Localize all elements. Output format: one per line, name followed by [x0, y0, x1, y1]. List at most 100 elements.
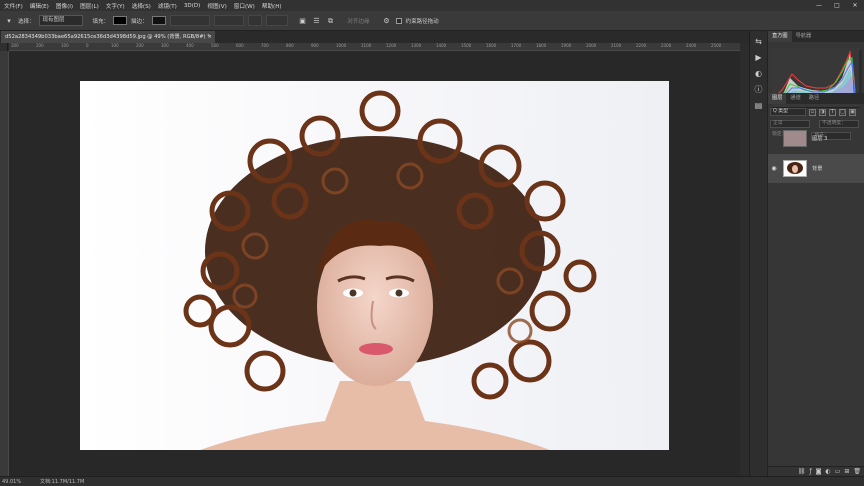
document-canvas[interactable] — [80, 81, 669, 450]
fx-icon[interactable]: ƒ — [809, 468, 811, 475]
menu-filter[interactable]: 滤镜(T) — [154, 2, 180, 10]
document-tab-bar: d52a2834349b033bae65a92615ce36d3d4398d59… — [0, 31, 750, 43]
tab-layers[interactable]: 图层 — [768, 93, 787, 104]
close-window-button[interactable]: ✕ — [846, 0, 864, 11]
fill-swatch[interactable] — [113, 16, 128, 25]
ruler-tick: 300 — [161, 43, 169, 48]
vertical-scrollbar[interactable] — [740, 43, 749, 476]
ruler-tick: 100 — [61, 43, 69, 48]
document-tab[interactable]: d52a2834349b033bae65a92615ce36d3d4398d59… — [1, 31, 215, 43]
menu-file[interactable]: 文件(F) — [0, 2, 26, 10]
ruler-tick: 800 — [286, 43, 294, 48]
menu-3d[interactable]: 3D(D) — [180, 3, 204, 9]
ruler-tick: 300 — [11, 43, 19, 48]
stroke-width-field[interactable] — [169, 15, 210, 26]
ruler-tick: 1100 — [361, 43, 372, 48]
layer-filter-row: Q 类型 ▫ ◑ T ▢ ▣ — [768, 106, 864, 118]
tab-navigator[interactable]: 导航器 — [792, 31, 816, 42]
ruler-tick: 2000 — [586, 43, 597, 48]
ruler-tick: 500 — [211, 43, 219, 48]
menu-type[interactable]: 文字(Y) — [102, 2, 128, 10]
history-icon[interactable]: ⇆ — [754, 37, 764, 47]
select-label: 选择： — [18, 18, 35, 25]
select-dropdown[interactable]: 现有图层 — [38, 15, 83, 26]
layer-name: 背景 — [812, 166, 823, 172]
filter-smart-icon[interactable]: ▣ — [849, 108, 856, 116]
filter-pixel-icon[interactable]: ▫ — [809, 108, 816, 116]
ruler-tick: 2300 — [661, 43, 672, 48]
ruler-tick: 1500 — [461, 43, 472, 48]
ruler-tick: 1800 — [536, 43, 547, 48]
menu-edit[interactable]: 编辑(E) — [26, 2, 52, 10]
path-arrange-icon[interactable]: ⧉ — [326, 16, 336, 26]
color-icon[interactable]: ◐ — [754, 69, 764, 79]
document-title: d52a2834349b033bae65a92615ce36d3d4398d59… — [5, 34, 210, 40]
mask-icon[interactable]: ◙ — [816, 468, 822, 475]
zoom-level[interactable]: 49.01% — [0, 479, 24, 485]
layer-row[interactable]: 图层 3 — [768, 124, 864, 153]
vertical-ruler — [0, 51, 9, 476]
filter-type-icon[interactable]: T — [829, 108, 836, 116]
layer-thumbnail — [783, 130, 807, 147]
ruler-tick: 1400 — [436, 43, 447, 48]
ruler-tick: 2400 — [686, 43, 697, 48]
ruler-tick: 700 — [261, 43, 269, 48]
new-layer-icon[interactable]: ⊞ — [844, 468, 849, 475]
width-field[interactable] — [247, 15, 262, 26]
horizontal-ruler: 300 200 100 0 100 200 300 400 500 600 700 800 900 100… — [9, 43, 740, 51]
layer-row-selected[interactable]: ◉ 背景 — [768, 154, 864, 183]
trash-icon[interactable]: 🗑 — [853, 468, 861, 475]
minimize-button[interactable]: — — [810, 0, 828, 11]
maximize-button[interactable]: □ — [828, 0, 846, 11]
close-tab-icon[interactable]: × — [208, 31, 212, 43]
stroke-type-dropdown[interactable] — [213, 15, 244, 26]
fill-label: 填充： — [92, 18, 110, 25]
align-edges-label: 对齐边缘 — [347, 18, 370, 25]
filter-shape-icon[interactable]: ▢ — [839, 108, 846, 116]
tab-paths[interactable]: 路径 — [805, 93, 823, 104]
ruler-tick: 1200 — [386, 43, 397, 48]
path-ops-icon[interactable]: ▣ — [298, 16, 308, 26]
options-bar: ▾ 选择： 现有图层 填充： 描边： ▣ ☰ ⧉ 对齐边缘 ⚙ 约束路径拖动 — [0, 11, 864, 31]
filter-kind-dropdown[interactable]: Q 类型 — [770, 108, 806, 116]
ruler-tick: 200 — [36, 43, 44, 48]
menu-select[interactable]: 选择(S) — [128, 2, 154, 10]
ruler-tick: 1000 — [336, 43, 347, 48]
actions-play-icon[interactable]: ▶ — [754, 53, 764, 63]
status-bar: 49.01% 文档:11.7M/11.7M — [0, 476, 864, 486]
ruler-tick: 1700 — [511, 43, 522, 48]
link-layers-icon[interactable]: ⛓ — [798, 468, 806, 475]
ruler-tick: 900 — [311, 43, 319, 48]
path-align-icon[interactable]: ☰ — [312, 16, 322, 26]
gear-icon[interactable]: ⚙ — [382, 16, 392, 26]
ruler-tick: 1600 — [486, 43, 497, 48]
eye-icon[interactable]: ◉ — [768, 165, 780, 172]
ruler-tick: 2200 — [636, 43, 647, 48]
stroke-swatch[interactable] — [151, 16, 166, 25]
stroke-label: 描边： — [131, 18, 148, 25]
menu-view[interactable]: 视图(V) — [203, 2, 229, 10]
tab-channels[interactable]: 通道 — [786, 93, 804, 104]
ruler-tick: 1300 — [411, 43, 422, 48]
ruler-tick: 200 — [136, 43, 144, 48]
ruler-tick: 0 — [86, 43, 89, 48]
tool-preset-icon[interactable]: ▾ — [4, 16, 14, 26]
constrain-checkbox[interactable] — [395, 17, 402, 24]
menu-help[interactable]: 帮助(H) — [258, 2, 285, 10]
filter-adjust-icon[interactable]: ◑ — [819, 108, 826, 116]
menu-bar: 文件(F) 编辑(E) 图像(I) 图层(L) 文字(Y) 选择(S) 滤镜(T… — [0, 0, 864, 11]
ruler-tick: 600 — [236, 43, 244, 48]
group-icon[interactable]: ▭ — [835, 468, 841, 475]
menu-window[interactable]: 窗口(W) — [230, 2, 258, 10]
tab-histogram[interactable]: 直方图 — [768, 31, 792, 42]
ruler-tick: 100 — [111, 43, 119, 48]
adjustment-icon[interactable]: ◐ — [825, 468, 830, 475]
properties-icon[interactable]: ▤ — [754, 101, 764, 111]
menu-layer[interactable]: 图层(L) — [76, 2, 102, 10]
canvas-area[interactable] — [9, 51, 740, 476]
height-field[interactable] — [265, 15, 288, 26]
info-icon[interactable]: ⓘ — [754, 85, 764, 95]
layer-name: 图层 3 — [812, 136, 828, 142]
menu-image[interactable]: 图像(I) — [52, 2, 76, 10]
portrait-image — [183, 90, 597, 450]
